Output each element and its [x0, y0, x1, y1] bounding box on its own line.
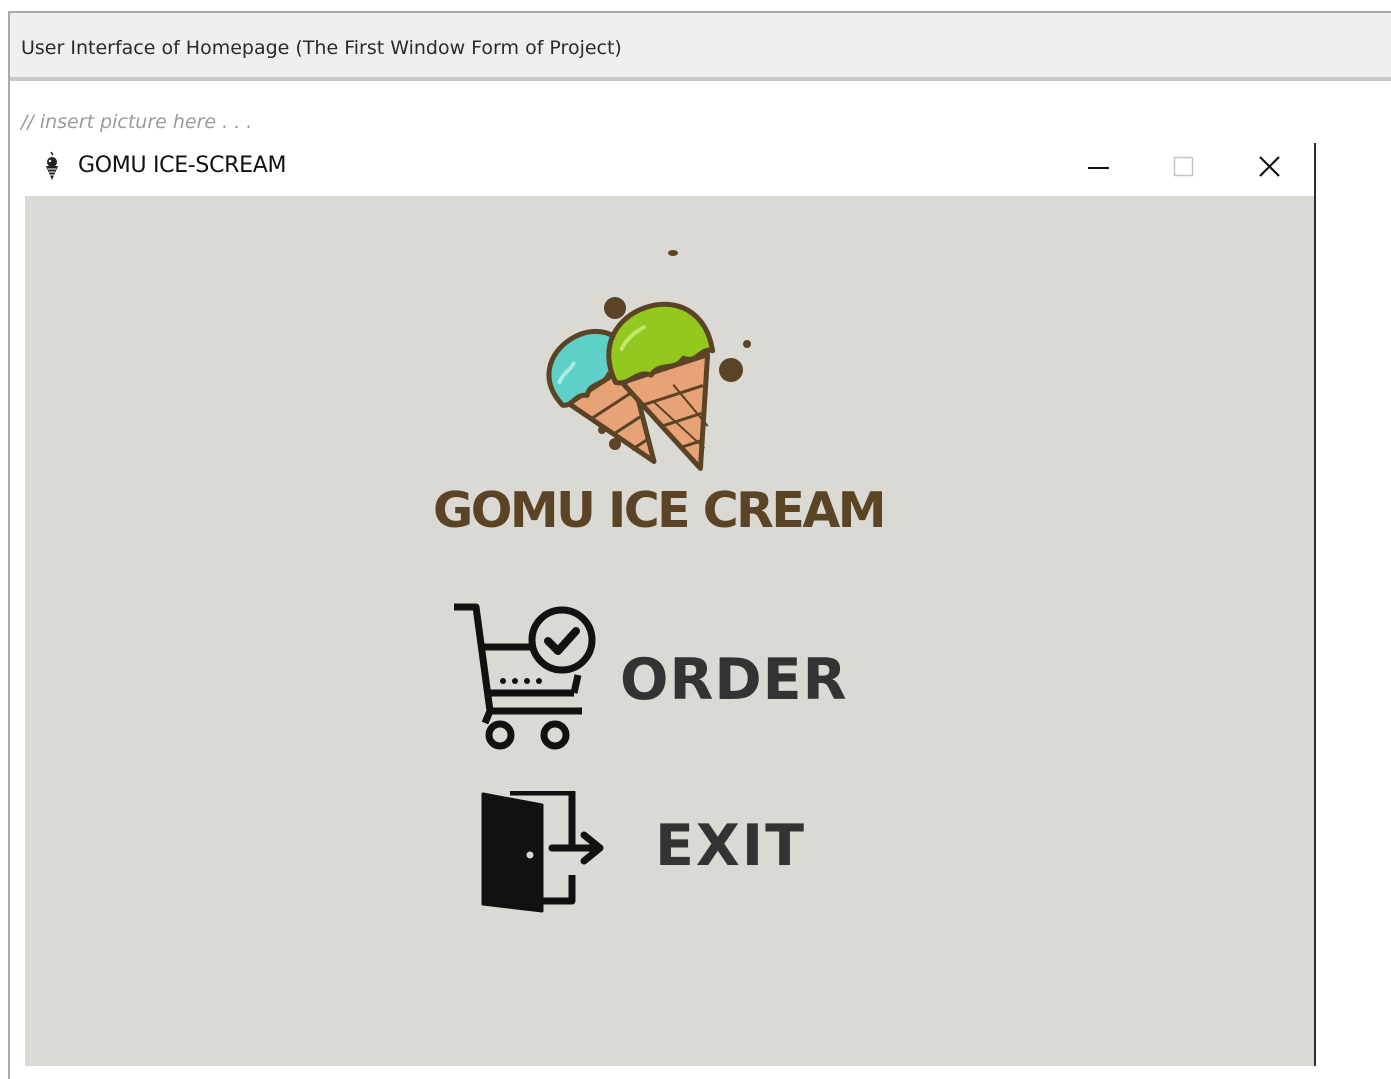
exit-button[interactable]: EXIT — [480, 786, 840, 916]
section-header-title: User Interface of Homepage (The First Wi… — [21, 37, 622, 59]
form-client-area: GOMU ICE CREAM ORDER EXIT — [25, 196, 1314, 1066]
ice-cream-cone-icon — [46, 151, 58, 180]
shopping-cart-check-icon — [454, 603, 596, 750]
minimize-button[interactable] — [1076, 147, 1122, 187]
app-window: GOMU ICE-SCREAM GOMU ICE CREAM ORDER EXI… — [25, 143, 1316, 1066]
window-titlebar[interactable]: GOMU ICE-SCREAM — [25, 143, 1314, 196]
order-button[interactable]: ORDER — [450, 598, 880, 758]
maximize-icon — [1173, 156, 1194, 177]
maximize-button[interactable] — [1161, 147, 1207, 187]
minimize-icon — [1088, 167, 1109, 169]
window-title: GOMU ICE-SCREAM — [78, 153, 287, 178]
brand-name: GOMU ICE CREAM — [433, 482, 887, 539]
order-label: ORDER — [620, 647, 848, 713]
ice-cream-cones-logo — [546, 250, 751, 471]
section-header: User Interface of Homepage (The First Wi… — [10, 13, 1391, 81]
placeholder-comment: // insert picture here . . . — [21, 111, 253, 133]
exit-label: EXIT — [655, 813, 806, 879]
close-icon — [1259, 156, 1280, 177]
close-button[interactable] — [1247, 147, 1293, 187]
door-exit-icon — [481, 791, 604, 913]
